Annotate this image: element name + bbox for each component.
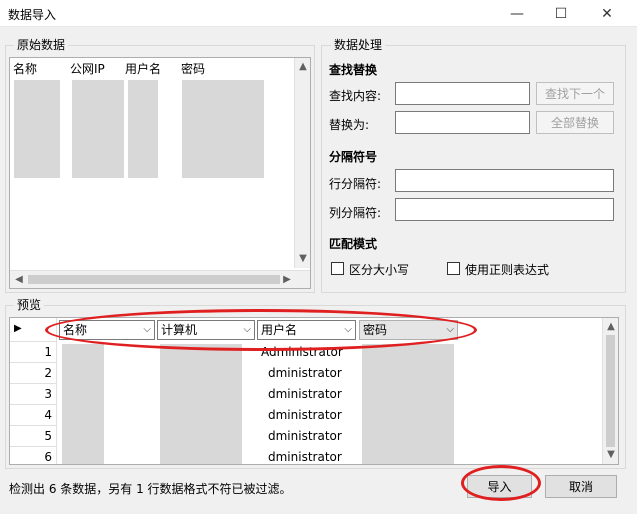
window-title: 数据导入 (8, 8, 57, 22)
find-replace-title: 查找替换 (329, 63, 378, 77)
scroll-left-icon[interactable]: ◀ (12, 274, 26, 285)
data-processing-label: 数据处理 (331, 38, 386, 52)
find-next-button[interactable]: 查找下一个 (536, 82, 614, 105)
scroll-down-icon[interactable]: ▼ (296, 253, 310, 264)
row-number[interactable]: 3 (10, 384, 57, 405)
preview-vertical-scrollbar[interactable]: ▲ ▼ (602, 318, 618, 464)
column-header-user[interactable]: 用户名 (125, 60, 161, 77)
table-cell-user[interactable]: dministrator (268, 429, 342, 443)
separator-title: 分隔符号 (329, 150, 378, 164)
redacted-preview-names (62, 344, 104, 464)
redacted-passwords (182, 80, 264, 178)
cancel-button[interactable]: 取消 (545, 475, 617, 498)
annotation-ellipse-import (461, 465, 541, 501)
scroll-up-icon[interactable]: ▲ (604, 321, 618, 332)
replace-all-button[interactable]: 全部替换 (536, 111, 614, 134)
scroll-up-icon[interactable]: ▲ (296, 61, 310, 72)
redacted-users (128, 80, 158, 178)
case-sensitive-checkbox[interactable] (331, 262, 344, 275)
match-mode-title: 匹配模式 (329, 237, 378, 251)
case-sensitive-label[interactable]: 区分大小写 (349, 261, 409, 278)
redacted-ips (72, 80, 124, 178)
replace-label: 替换为: (329, 118, 370, 132)
table-cell-user[interactable]: dministrator (268, 450, 342, 464)
row-number[interactable]: 4 (10, 405, 57, 426)
preview-label: 预览 (14, 298, 45, 312)
column-header-ip[interactable]: 公网IP (70, 60, 105, 77)
row-number[interactable]: 6 (10, 447, 57, 464)
source-horizontal-scrollbar[interactable]: ◀ ▶ (10, 270, 310, 288)
row-separator-label: 行分隔符: (329, 177, 382, 191)
column-separator-input[interactable] (395, 198, 614, 221)
annotation-ellipse-columns (45, 309, 477, 351)
scroll-thumb[interactable] (28, 275, 280, 284)
scroll-down-icon[interactable]: ▼ (604, 449, 618, 460)
column-separator-label: 列分隔符: (329, 206, 382, 220)
find-input[interactable] (395, 82, 530, 105)
scroll-right-icon[interactable]: ▶ (280, 274, 294, 285)
column-header-name[interactable]: 名称 (13, 60, 37, 77)
row-separator-input[interactable] (395, 169, 614, 192)
regex-checkbox[interactable] (447, 262, 460, 275)
regex-label[interactable]: 使用正则表达式 (465, 261, 549, 278)
minimize-icon: — (510, 5, 524, 22)
replace-input[interactable] (395, 111, 530, 134)
table-cell-user[interactable]: dministrator (268, 387, 342, 401)
title-bar: 数据导入 — ☐ ✕ (0, 0, 637, 27)
table-cell-user[interactable]: dministrator (268, 366, 342, 380)
table-cell-user[interactable]: dministrator (268, 408, 342, 422)
redacted-names (14, 80, 60, 178)
column-header-password[interactable]: 密码 (181, 60, 205, 77)
maximize-button[interactable]: ☐ (539, 0, 583, 27)
close-button[interactable]: ✕ (585, 0, 629, 27)
redacted-preview-passwords (362, 344, 454, 464)
minimize-button[interactable]: — (495, 0, 539, 27)
source-data-list[interactable]: 名称 公网IP 用户名 密码 ▲ ▼ ◀ ▶ (9, 57, 311, 289)
find-label: 查找内容: (329, 89, 382, 103)
scroll-thumb[interactable] (606, 335, 615, 447)
close-icon: ✕ (601, 5, 613, 22)
row-number[interactable]: 1 (10, 342, 57, 363)
maximize-icon: ☐ (554, 5, 568, 22)
redacted-preview-computers (160, 344, 242, 464)
source-data-label: 原始数据 (14, 38, 69, 52)
source-vertical-scrollbar[interactable]: ▲ ▼ (294, 58, 310, 268)
status-text: 检测出 6 条数据，另有 1 行数据格式不符已被过滤。 (9, 482, 292, 496)
row-number[interactable]: 5 (10, 426, 57, 447)
row-number[interactable]: 2 (10, 363, 57, 384)
